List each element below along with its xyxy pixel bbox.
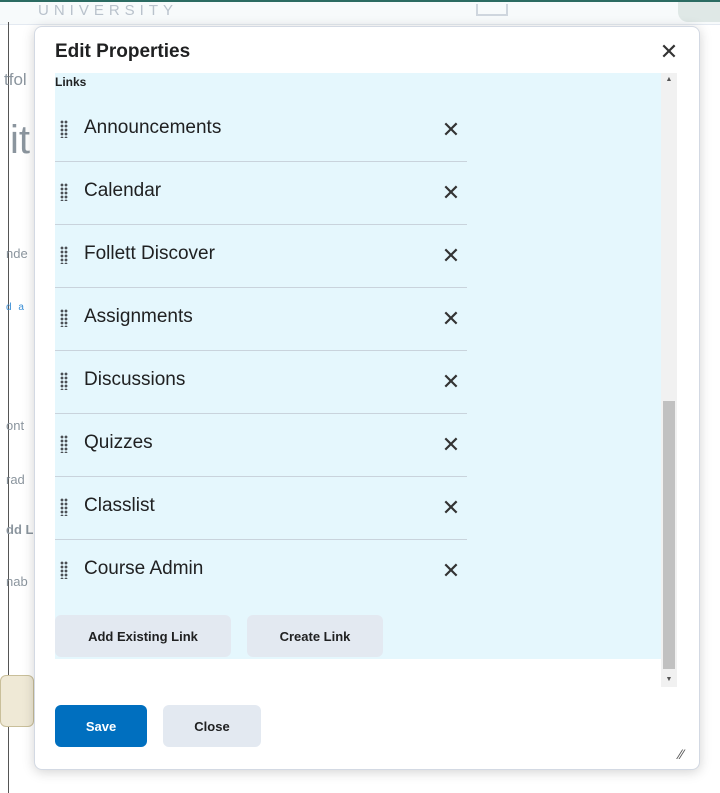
link-label: Course Admin <box>84 558 204 579</box>
close-button[interactable]: Close <box>163 705 261 747</box>
remove-link-icon[interactable]: ✕ <box>441 434 461 456</box>
scroll-up-arrow-icon[interactable]: ▲ <box>661 73 677 87</box>
remove-link-icon[interactable]: ✕ <box>441 245 461 267</box>
dialog-title: Edit Properties <box>55 41 191 62</box>
links-scroll-region[interactable]: Links Announcements ✕ Calendar ✕ Follett… <box>55 73 677 659</box>
link-label: Announcements <box>84 117 222 138</box>
link-label: Quizzes <box>84 432 153 453</box>
remove-link-icon[interactable]: ✕ <box>441 371 461 393</box>
drag-handle-icon[interactable] <box>60 183 68 201</box>
links-list: Announcements ✕ Calendar ✕ Follett Disco… <box>55 99 467 602</box>
remove-link-icon[interactable]: ✕ <box>441 308 461 330</box>
link-label: Assignments <box>84 306 193 327</box>
background-text: rad <box>6 472 25 487</box>
link-label: Follett Discover <box>84 243 215 264</box>
list-item: Discussions ✕ <box>55 351 467 414</box>
links-heading: Links <box>55 75 87 89</box>
scrollbar[interactable]: ▲ ▼ <box>661 73 677 687</box>
list-item: Course Admin ✕ <box>55 540 467 602</box>
drag-handle-icon[interactable] <box>60 498 68 516</box>
background-link: d a <box>6 302 26 313</box>
drag-handle-icon[interactable] <box>60 372 68 390</box>
list-item: Quizzes ✕ <box>55 414 467 477</box>
remove-link-icon[interactable]: ✕ <box>441 182 461 204</box>
background-text: dd L <box>6 522 34 537</box>
background-text: nab <box>6 574 28 589</box>
remove-link-icon[interactable]: ✕ <box>441 497 461 519</box>
add-existing-link-button[interactable]: Add Existing Link <box>55 615 231 657</box>
university-logo-text: UNIVERSITY <box>38 2 179 19</box>
background-header: UNIVERSITY <box>0 0 720 25</box>
apps-grid-icon <box>476 4 508 16</box>
list-item: Calendar ✕ <box>55 162 467 225</box>
close-icon[interactable]: ✕ <box>657 39 681 65</box>
list-item: Classlist ✕ <box>55 477 467 540</box>
resize-grip-icon[interactable]: ⁄⁄ <box>679 747 693 761</box>
edit-properties-dialog: Edit Properties ✕ Links Announcements ✕ … <box>34 26 700 770</box>
remove-link-icon[interactable]: ✕ <box>441 560 461 582</box>
background-text: ont <box>6 418 25 433</box>
drag-handle-icon[interactable] <box>60 561 68 579</box>
drag-handle-icon[interactable] <box>60 435 68 453</box>
drag-handle-icon[interactable] <box>60 309 68 327</box>
list-item: Announcements ✕ <box>55 99 467 162</box>
university-crest-icon <box>0 675 34 727</box>
header-avatar <box>678 2 720 22</box>
drag-handle-icon[interactable] <box>60 246 68 264</box>
create-link-button[interactable]: Create Link <box>247 615 383 657</box>
background-text: tfol <box>4 70 27 89</box>
scrollbar-thumb[interactable] <box>663 401 675 669</box>
list-item: Follett Discover ✕ <box>55 225 467 288</box>
save-button[interactable]: Save <box>55 705 147 747</box>
background-text: it <box>10 118 30 162</box>
scroll-down-arrow-icon[interactable]: ▼ <box>661 673 677 687</box>
drag-handle-icon[interactable] <box>60 120 68 138</box>
link-label: Discussions <box>84 369 186 390</box>
link-label: Classlist <box>84 495 155 516</box>
remove-link-icon[interactable]: ✕ <box>441 119 461 141</box>
list-item: Assignments ✕ <box>55 288 467 351</box>
link-label: Calendar <box>84 180 162 201</box>
background-text: nde <box>6 246 28 261</box>
